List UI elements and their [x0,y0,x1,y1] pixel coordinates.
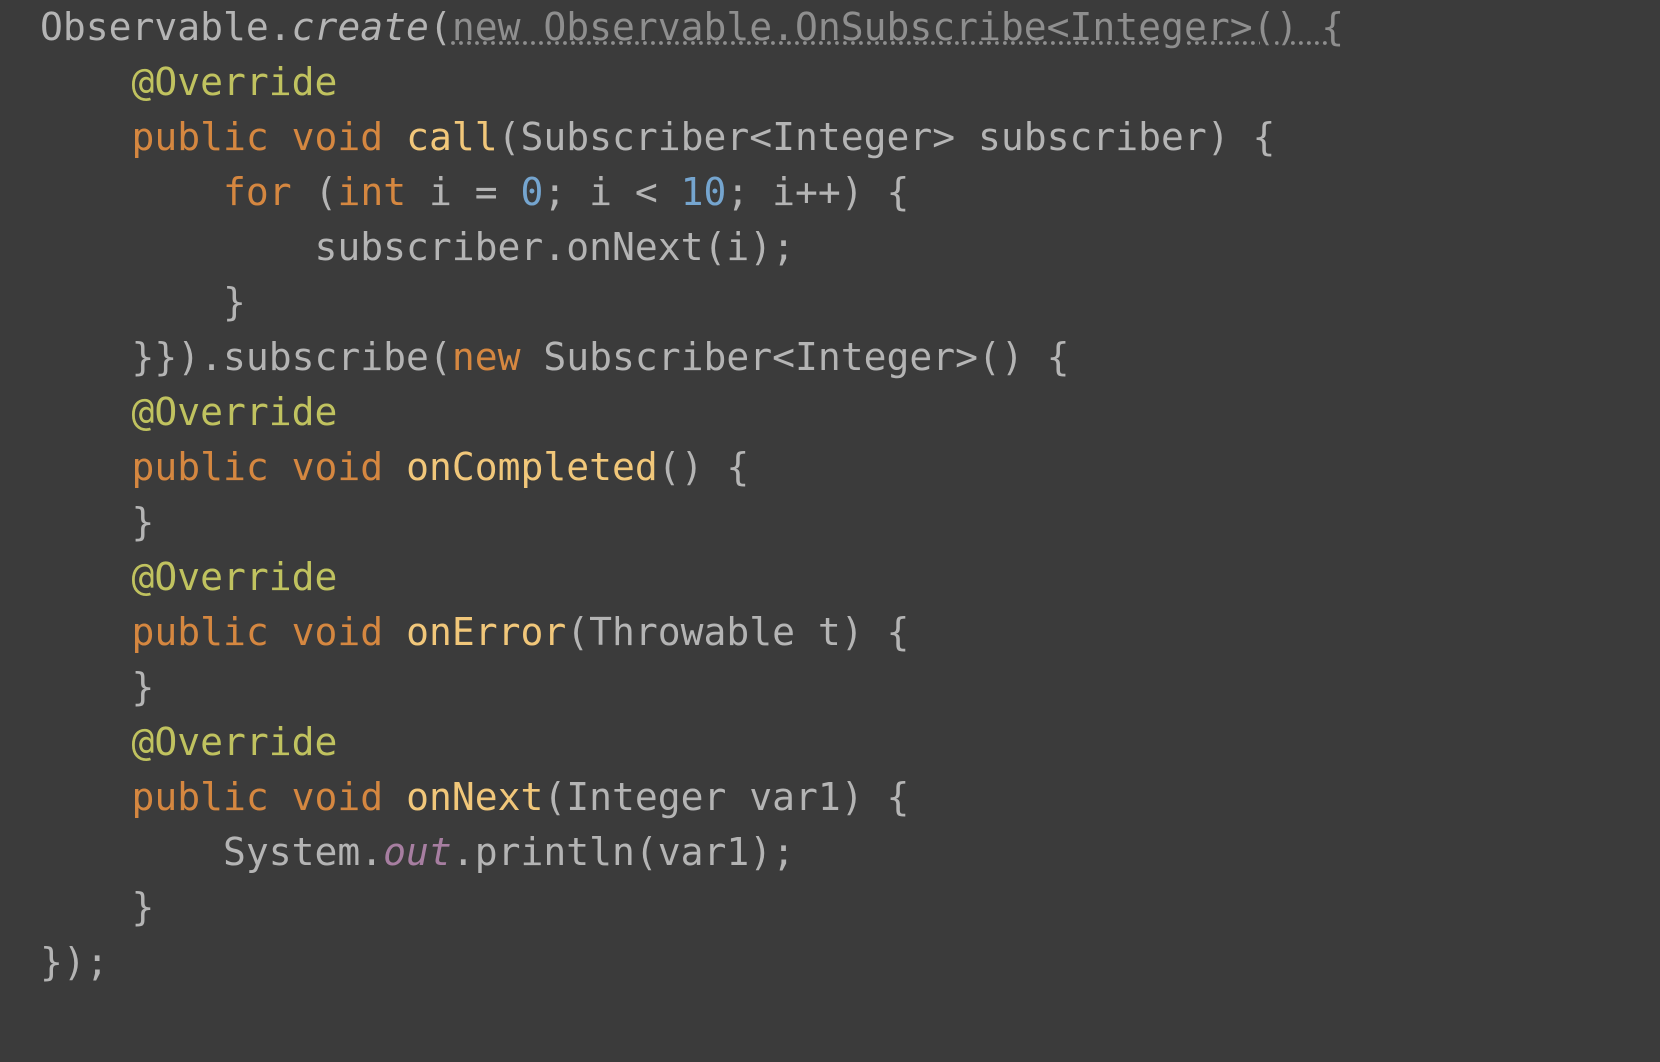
code-token: } [40,280,246,324]
code-token: @Override [132,390,338,434]
code-token: @Override [132,555,338,599]
code-token [40,390,132,434]
code-token: @Override [132,60,338,104]
code-line[interactable]: } [40,660,1660,715]
code-token: subscriber.onNext(i); [40,225,795,269]
code-token [40,775,132,819]
code-token: create [292,5,429,49]
code-token: public void [132,775,407,819]
code-token: public void [132,115,407,159]
code-token: ; i < [543,170,680,214]
code-token: . [269,5,292,49]
code-token: ( [429,5,452,49]
code-token [40,555,132,599]
code-token [40,170,223,214]
code-token: onCompleted [406,445,658,489]
code-token: onNext [406,775,543,819]
code-token [40,720,132,764]
code-token: onError [406,610,566,654]
code-line[interactable]: @Override [40,715,1660,770]
code-line[interactable]: subscriber.onNext(i); [40,220,1660,275]
code-token: out [383,830,452,874]
code-token: (Subscriber<Integer> subscriber) { [498,115,1276,159]
code-token: ; i++) { [726,170,909,214]
code-token: }}).subscribe( [40,335,452,379]
code-token: } [40,500,154,544]
code-token: ( [315,170,338,214]
code-token: new Observable.OnSubscribe<Integer>() { [452,5,1344,49]
code-token: } [40,665,154,709]
code-line[interactable]: } [40,275,1660,330]
code-line[interactable]: System.out.println(var1); [40,825,1660,880]
code-token [40,115,132,159]
code-token [40,610,132,654]
code-line[interactable]: } [40,880,1660,935]
code-line[interactable]: for (int i = 0; i < 10; i++) { [40,165,1660,220]
code-token: int [337,170,429,214]
code-token [40,445,132,489]
code-token: public void [132,610,407,654]
code-token [40,60,132,104]
code-block[interactable]: Observable.create(new Observable.OnSubsc… [40,0,1660,990]
code-line[interactable]: public void call(Subscriber<Integer> sub… [40,110,1660,165]
code-line[interactable]: public void onCompleted() { [40,440,1660,495]
code-editor-viewport[interactable]: Observable.create(new Observable.OnSubsc… [0,0,1660,990]
code-token: (Integer var1) { [543,775,909,819]
code-token: }); [40,940,109,984]
code-line[interactable]: Observable.create(new Observable.OnSubsc… [40,0,1660,55]
code-token: @Override [132,720,338,764]
code-token: i = [429,170,521,214]
code-token: () { [658,445,750,489]
code-line[interactable]: @Override [40,550,1660,605]
code-token: new [452,335,544,379]
code-line[interactable]: }}).subscribe(new Subscriber<Integer>() … [40,330,1660,385]
code-line[interactable]: public void onError(Throwable t) { [40,605,1660,660]
code-token: public void [132,445,407,489]
code-line[interactable]: public void onNext(Integer var1) { [40,770,1660,825]
code-token: 0 [520,170,543,214]
code-token: for [223,170,315,214]
code-token: System. [40,830,383,874]
code-token: } [40,885,154,929]
code-token: (Throwable t) { [566,610,909,654]
code-line[interactable]: @Override [40,385,1660,440]
code-token: call [406,115,498,159]
code-token: 10 [681,170,727,214]
code-token: Subscriber<Integer>() { [543,335,1069,379]
code-token: .println(var1); [452,830,795,874]
code-line[interactable]: }); [40,935,1660,990]
code-line[interactable]: } [40,495,1660,550]
code-token: Observable [40,5,269,49]
code-line[interactable]: @Override [40,55,1660,110]
